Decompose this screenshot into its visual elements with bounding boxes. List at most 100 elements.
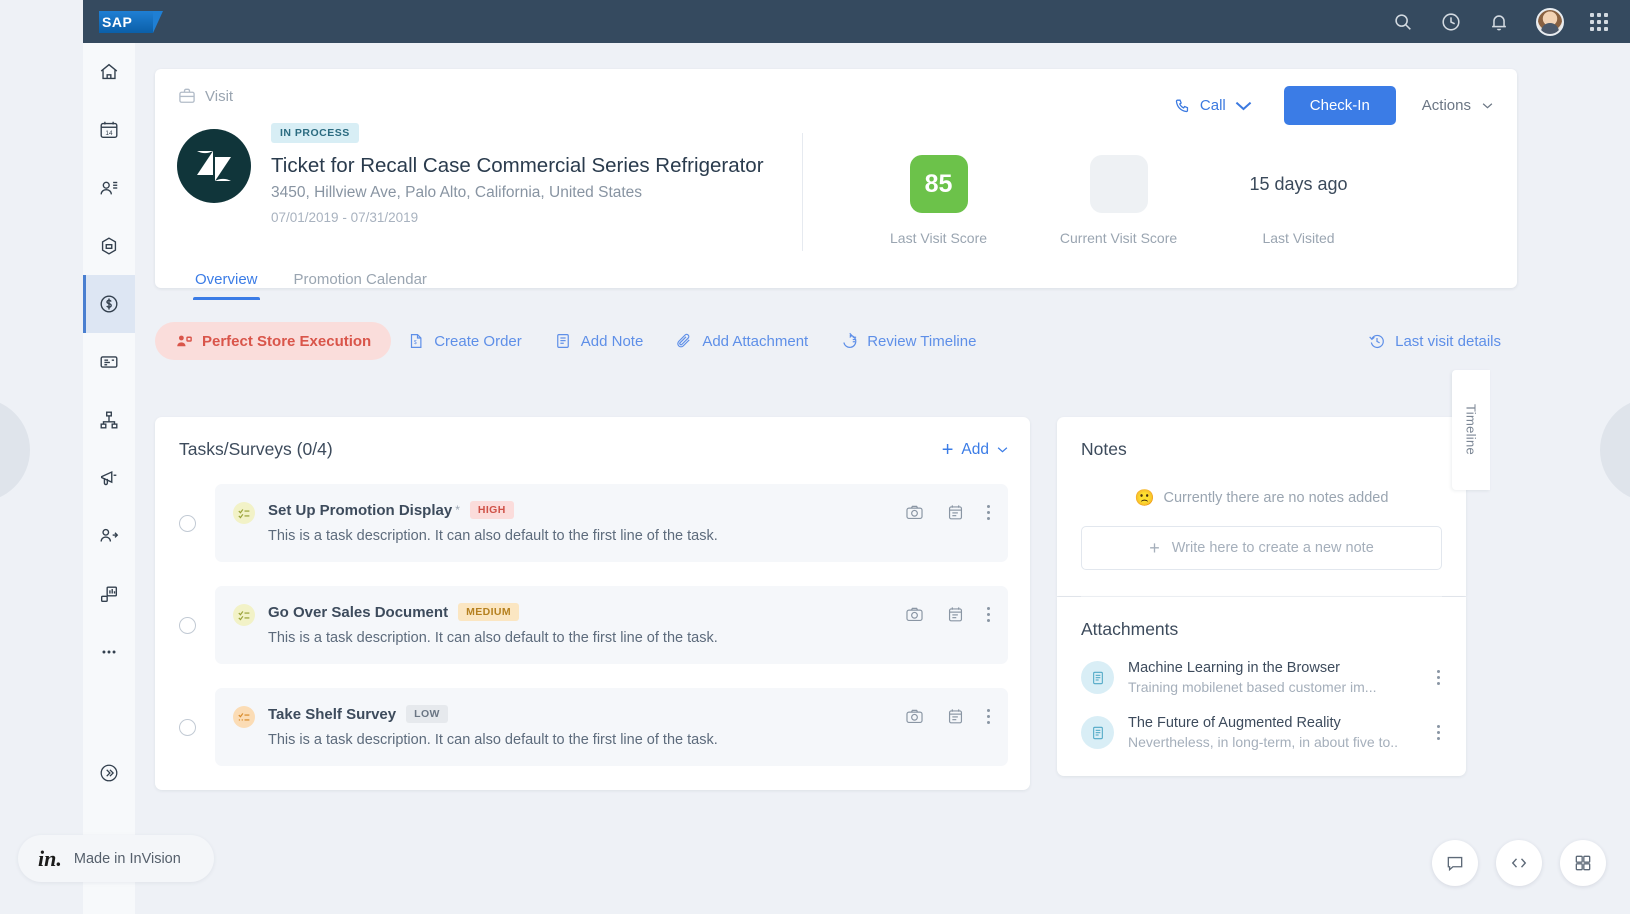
chevron-down-icon xyxy=(1482,103,1493,109)
top-bar: SAP xyxy=(83,0,1630,43)
timeline-side-tab[interactable]: Timeline xyxy=(1452,370,1490,490)
attachment-row[interactable]: Machine Learning in the Browser Training… xyxy=(1081,660,1452,695)
action-add-note[interactable]: Add Note xyxy=(538,323,660,359)
header-tabs: Overview Promotion Calendar xyxy=(155,265,1517,300)
attachment-subtitle: Nevertheless, in long-term, in about fiv… xyxy=(1128,734,1399,750)
sidebar-item-expand[interactable] xyxy=(83,744,135,802)
sidebar-item-campaigns[interactable] xyxy=(83,449,135,507)
action-label: Add Note xyxy=(580,332,644,350)
sidebar-item-leads[interactable] xyxy=(83,507,135,565)
action-label: Review Timeline xyxy=(867,332,977,350)
invision-badge[interactable]: in. Made in InVision xyxy=(18,835,214,882)
task-complete-checkbox[interactable] xyxy=(179,616,196,634)
attachment-subtitle: Training mobilenet based customer im... xyxy=(1128,679,1377,695)
attachment-name: Machine Learning in the Browser xyxy=(1128,660,1340,676)
more-vertical-icon[interactable] xyxy=(987,709,990,724)
task-card[interactable]: Take Shelf Survey LOW This is a task des… xyxy=(215,688,1008,766)
action-perfect-store-execution[interactable]: Perfect Store Execution xyxy=(155,322,392,360)
task-type-icon xyxy=(233,502,255,524)
object-type-chip: Visit xyxy=(177,86,233,106)
prototype-toolbar xyxy=(1432,840,1606,886)
attachment-row[interactable]: The Future of Augmented Reality Neverthe… xyxy=(1081,715,1452,750)
sad-face-icon: 🙁 xyxy=(1134,490,1155,507)
camera-icon[interactable] xyxy=(905,503,924,522)
action-label: Add Attachment xyxy=(702,332,809,350)
new-note-input[interactable]: + Write here to create a new note xyxy=(1081,526,1442,570)
attachment-menu-button[interactable] xyxy=(1425,725,1452,740)
inspect-code-button[interactable] xyxy=(1496,840,1542,886)
app-page: SAP 14 Visit Call Check-In Actions IN PR… xyxy=(0,0,1630,914)
zendesk-logo-icon xyxy=(197,151,231,181)
sidebar-item-calendar[interactable]: 14 xyxy=(83,101,135,159)
sidebar-item-contacts[interactable] xyxy=(83,159,135,217)
attachment-menu-button[interactable] xyxy=(1425,670,1452,685)
task-card[interactable]: Go Over Sales Document MEDIUM This is a … xyxy=(215,586,1008,664)
svg-text:14: 14 xyxy=(105,130,113,137)
task-row: Go Over Sales Document MEDIUM This is a … xyxy=(179,586,1008,664)
tasks-panel-title: Tasks/Surveys (0/4) xyxy=(179,439,333,459)
avatar[interactable] xyxy=(1536,7,1564,36)
sidebar-item-analytics[interactable] xyxy=(83,565,135,623)
score-value-box xyxy=(1089,155,1148,213)
add-label: Add xyxy=(961,440,989,458)
task-complete-checkbox[interactable] xyxy=(179,718,196,736)
sap-logo[interactable]: SAP xyxy=(99,10,163,33)
action-review-timeline[interactable]: Review Timeline xyxy=(824,323,992,359)
search-icon[interactable] xyxy=(1392,11,1414,33)
calendar-task-icon[interactable] xyxy=(946,503,965,522)
actions-menu-button[interactable]: Actions xyxy=(1422,97,1493,114)
sidebar-item-more[interactable] xyxy=(83,623,135,681)
tab-overview[interactable]: Overview xyxy=(177,265,276,300)
prev-screen-arrow[interactable] xyxy=(0,398,30,502)
more-vertical-icon[interactable] xyxy=(987,505,990,520)
quick-action-bar: Perfect Store Execution $ Create Order A… xyxy=(155,319,1517,363)
action-last-visit-details[interactable]: Last visit details xyxy=(1352,323,1517,359)
bell-icon[interactable] xyxy=(1488,11,1510,33)
task-priority-badge: HIGH xyxy=(469,501,514,519)
sidebar-item-products[interactable] xyxy=(83,217,135,275)
task-type-icon xyxy=(233,604,255,626)
attachments-panel: Attachments Machine Learning in the Brow… xyxy=(1057,597,1466,776)
action-label: Last visit details xyxy=(1395,332,1501,350)
history-icon[interactable] xyxy=(1440,11,1462,33)
actions-label: Actions xyxy=(1421,97,1471,114)
order-doc-icon: $ xyxy=(411,334,422,348)
briefcase-icon xyxy=(177,86,197,106)
action-create-order[interactable]: $ Create Order xyxy=(391,323,538,359)
tab-promotion-calendar[interactable]: Promotion Calendar xyxy=(276,265,445,300)
camera-icon[interactable] xyxy=(905,707,924,726)
calendar-task-icon[interactable] xyxy=(946,605,965,624)
action-add-attachment[interactable]: Add Attachment xyxy=(659,323,824,359)
sap-logo-text: SAP xyxy=(102,13,133,30)
score-label: Last Visit Score xyxy=(890,230,988,246)
task-name: Go Over Sales Document xyxy=(268,603,449,621)
score-group: 85 Last Visit Score Current Visit Score … xyxy=(849,121,1389,251)
calendar-task-icon[interactable] xyxy=(946,707,965,726)
camera-icon[interactable] xyxy=(905,605,924,624)
call-button[interactable]: Call xyxy=(1164,91,1262,120)
app-grid-icon[interactable] xyxy=(1590,12,1608,31)
grid-icon xyxy=(1575,855,1591,871)
more-vertical-icon xyxy=(1437,670,1440,685)
sidebar-item-home[interactable] xyxy=(83,43,135,101)
account-address: 3450, Hillview Ave, Palo Alto, Californi… xyxy=(271,184,643,201)
top-bar-actions xyxy=(1392,7,1608,36)
account-logo xyxy=(177,129,251,203)
task-complete-checkbox[interactable] xyxy=(179,514,196,532)
paperclip-icon xyxy=(677,333,690,348)
tasks-surveys-panel: Tasks/Surveys (0/4) + Add Set Up Promoti… xyxy=(155,417,1030,790)
task-card[interactable]: Set Up Promotion Display * HIGH This is … xyxy=(215,484,1008,562)
sidebar-item-sales[interactable] xyxy=(83,275,135,333)
check-in-button[interactable]: Check-In xyxy=(1283,86,1396,125)
screens-grid-button[interactable] xyxy=(1560,840,1606,886)
task-description: This is a task description. It can also … xyxy=(268,732,718,748)
visit-header-card: Visit Call Check-In Actions IN PROCESS T… xyxy=(155,69,1517,300)
more-vertical-icon[interactable] xyxy=(987,607,990,622)
sidebar-item-hierarchy[interactable] xyxy=(83,391,135,449)
new-note-placeholder: Write here to create a new note xyxy=(1171,540,1374,556)
comment-button[interactable] xyxy=(1432,840,1478,886)
sidebar-item-orders[interactable] xyxy=(83,333,135,391)
score-current-visit: Current Visit Score xyxy=(1029,155,1209,251)
add-task-button[interactable]: + Add xyxy=(942,440,1008,460)
chevron-down-icon xyxy=(1235,101,1252,111)
